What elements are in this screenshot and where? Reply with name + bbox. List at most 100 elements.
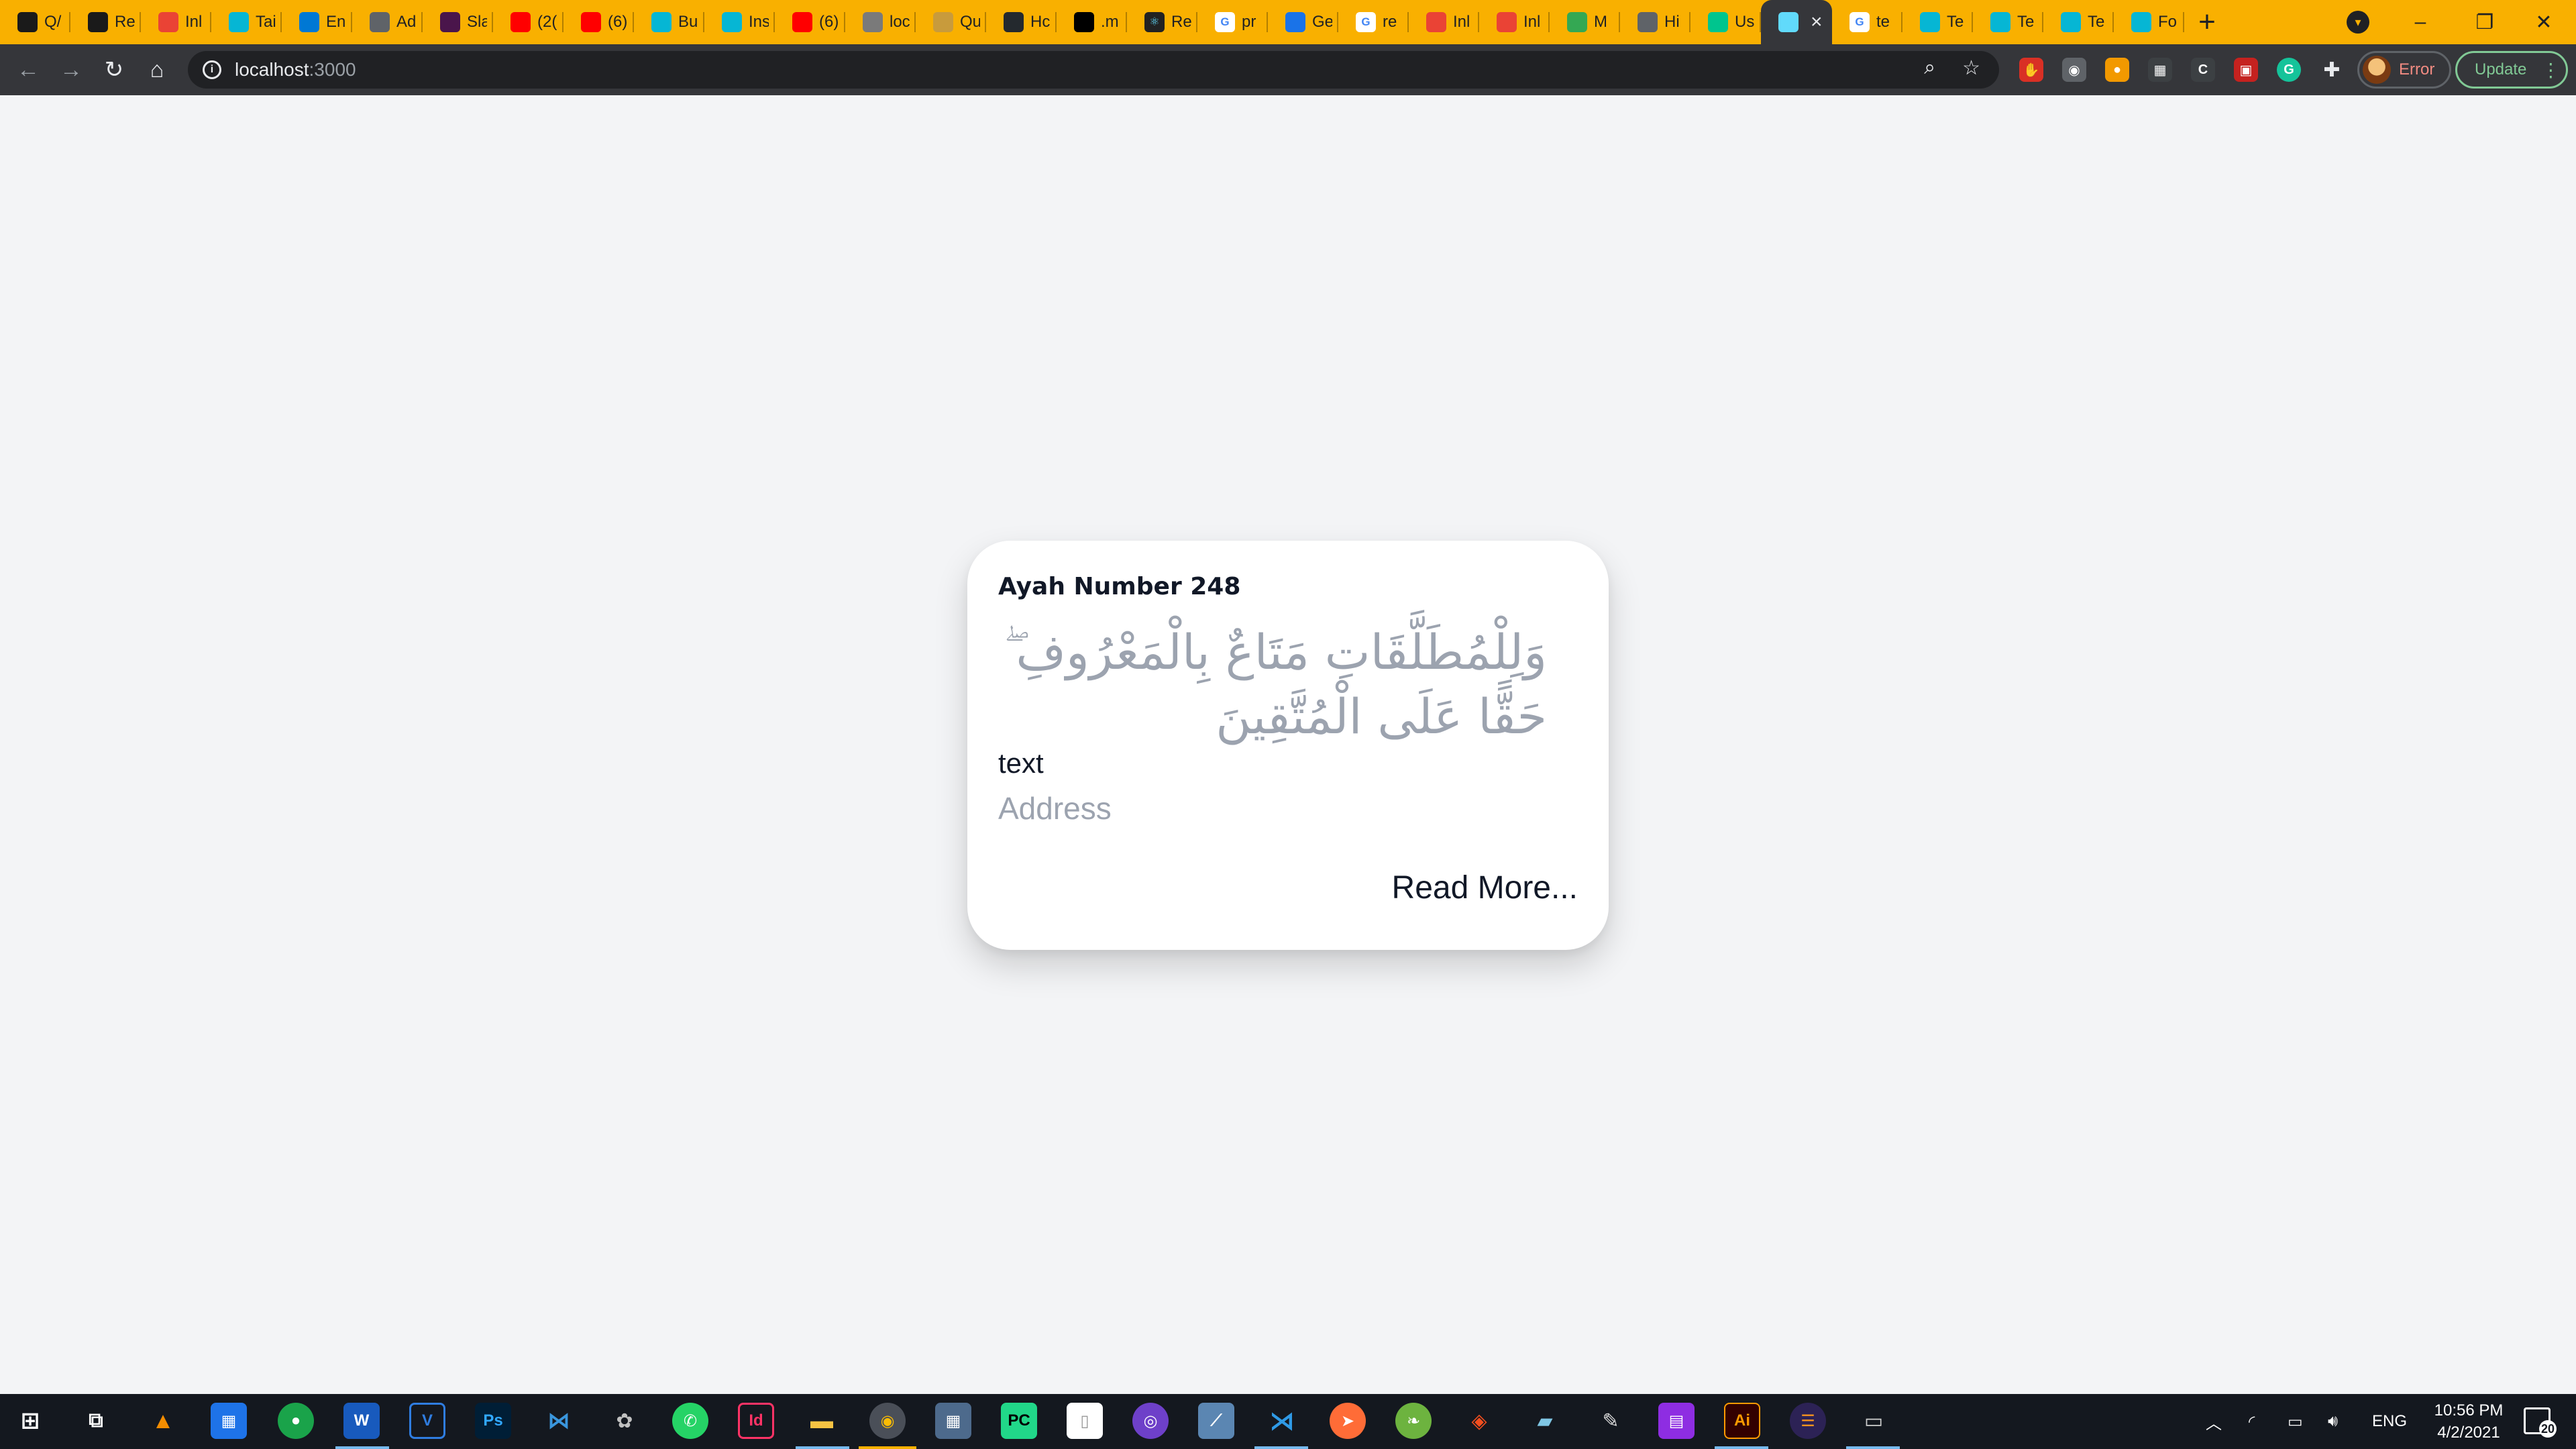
vlc-icon[interactable]: ▲: [145, 1403, 181, 1439]
notifications-icon[interactable]: 20: [2524, 1407, 2557, 1438]
browser-tab[interactable]: Te: [1902, 0, 1973, 44]
illustrator-icon[interactable]: Ai: [1724, 1403, 1760, 1439]
back-arrow-icon[interactable]: ←: [12, 54, 44, 86]
calendar-app-icon[interactable]: ▦: [211, 1403, 247, 1439]
forward-arrow-icon[interactable]: →: [55, 54, 87, 86]
browser-tab[interactable]: Fo: [2114, 0, 2184, 44]
ayah-arabic-text: وَلِلْمُطَلَّقَاتِ مَتَاعٌ بِالْمَعْرُوف…: [1004, 624, 1547, 745]
close-tab-icon[interactable]: ×: [1811, 11, 1823, 34]
profile-button[interactable]: Error: [2357, 51, 2451, 89]
blank-file-icon[interactable]: ▯: [1067, 1403, 1103, 1439]
tab-search-icon[interactable]: ▾: [2347, 11, 2369, 34]
network-tool-icon[interactable]: ▭: [1856, 1403, 1892, 1439]
spring-icon[interactable]: ❧: [1395, 1403, 1432, 1439]
minimize-button[interactable]: –: [2388, 0, 2453, 44]
figma-icon[interactable]: ◈: [1461, 1403, 1497, 1439]
browser-tab[interactable]: En: [282, 0, 352, 44]
browser-tab[interactable]: loc: [845, 0, 916, 44]
whatsapp-icon[interactable]: ✆: [672, 1403, 708, 1439]
restore-button[interactable]: ❐: [2453, 0, 2517, 44]
browser-tab[interactable]: (2(: [493, 0, 564, 44]
update-button[interactable]: Update ⋮: [2455, 51, 2568, 89]
bookmark-star-icon[interactable]: ☆: [1962, 56, 1980, 80]
zoom-icon[interactable]: ⌕: [1924, 56, 1935, 80]
task-view-icon[interactable]: ⧉: [78, 1403, 114, 1439]
outlook-icon: [299, 12, 319, 32]
browser-tab[interactable]: Ge: [1268, 0, 1338, 44]
indesign-icon[interactable]: Id: [738, 1403, 774, 1439]
browser-tab[interactable]: Te: [1973, 0, 2043, 44]
vscode-icon[interactable]: ⋊: [1264, 1403, 1300, 1439]
notes-icon[interactable]: ▰: [1527, 1403, 1563, 1439]
browser-tab[interactable]: Qu: [916, 0, 986, 44]
reload-icon[interactable]: ↻: [98, 54, 130, 86]
browser-tab[interactable]: Hi: [1620, 0, 1690, 44]
browser-tab[interactable]: Te: [2043, 0, 2114, 44]
tab-title: .m: [1101, 13, 1119, 31]
paint-brush-icon[interactable]: ✎: [1593, 1403, 1629, 1439]
browser-tab[interactable]: Inl: [141, 0, 211, 44]
palette-extension-icon[interactable]: ▣: [2234, 58, 2258, 82]
wifi-icon[interactable]: ◜: [2249, 1394, 2255, 1449]
browser-tab[interactable]: Re: [70, 0, 141, 44]
battery-icon[interactable]: ▭: [2288, 1394, 2303, 1449]
winrar-icon[interactable]: ▤: [1658, 1403, 1695, 1439]
close-window-button[interactable]: ✕: [2512, 0, 2576, 44]
browser-tab[interactable]: (6): [775, 0, 845, 44]
browser-tab[interactable]: (6): [564, 0, 634, 44]
browser-tab[interactable]: M: [1550, 0, 1620, 44]
menu-dots-icon[interactable]: ⋮: [2541, 59, 2560, 81]
system-clock[interactable]: 10:56 PM 4/2/2021: [2415, 1399, 2522, 1444]
browser-tab[interactable]: Q/: [0, 0, 70, 44]
browser-tab[interactable]: Inl: [1479, 0, 1550, 44]
browser-tab[interactable]: ⚛ ×: [1761, 0, 1832, 44]
fox-extension-icon[interactable]: ●: [2105, 58, 2129, 82]
github-desktop-icon[interactable]: ◎: [1132, 1403, 1169, 1439]
browser-tab[interactable]: Gte: [1832, 0, 1902, 44]
chrome-icon[interactable]: ◉: [869, 1403, 906, 1439]
browser-tab[interactable]: Ad: [352, 0, 423, 44]
extensions-puzzle-icon[interactable]: ✚: [2320, 58, 2344, 82]
answer-site-icon: [88, 12, 108, 32]
vs-icon[interactable]: ⋈: [541, 1403, 577, 1439]
code-extension-icon[interactable]: C: [2191, 58, 2215, 82]
pycharm-icon[interactable]: PC: [1001, 1403, 1037, 1439]
browser-tab[interactable]: Hc: [986, 0, 1057, 44]
address-bar[interactable]: i localhost:3000 ⌕ ☆: [188, 51, 1999, 89]
read-more-link[interactable]: Read More...: [1392, 869, 1578, 906]
browser-tab[interactable]: Bu: [634, 0, 704, 44]
windows-start-icon[interactable]: ⊞: [12, 1403, 48, 1439]
word-icon[interactable]: W: [343, 1403, 380, 1439]
dev-tool-icon[interactable]: ⟋: [1198, 1403, 1234, 1439]
browser-tab[interactable]: Gre: [1338, 0, 1409, 44]
grid-extension-icon[interactable]: ▦: [2148, 58, 2172, 82]
camera-extension-icon[interactable]: ◉: [2062, 58, 2086, 82]
keyboard-language[interactable]: ENG: [2372, 1394, 2407, 1449]
grammarly-extension-icon[interactable]: G: [2277, 58, 2301, 82]
browser-tab[interactable]: Ins: [704, 0, 775, 44]
show-hidden-icons[interactable]: ︿: [2206, 1394, 2222, 1449]
browser-tab[interactable]: Us: [1690, 0, 1761, 44]
postman-icon[interactable]: ➤: [1330, 1403, 1366, 1439]
browser-tab[interactable]: Tai: [211, 0, 282, 44]
file-explorer-icon[interactable]: ▬: [804, 1403, 840, 1439]
paint-icon[interactable]: ✿: [606, 1403, 643, 1439]
calculator-icon[interactable]: ▦: [935, 1403, 971, 1439]
evernote-icon[interactable]: ●: [278, 1403, 314, 1439]
tailwind-icon: [1990, 12, 2010, 32]
browser-tab[interactable]: .m: [1057, 0, 1127, 44]
new-tab-button[interactable]: +: [2187, 0, 2227, 44]
tab-title: Te: [2088, 13, 2105, 31]
visio-icon[interactable]: V: [409, 1403, 445, 1439]
site-info-icon[interactable]: i: [203, 60, 221, 79]
browser-tab[interactable]: ⚛ Re: [1127, 0, 1197, 44]
url-text[interactable]: localhost:3000: [235, 59, 356, 80]
browser-tab[interactable]: Gpr: [1197, 0, 1268, 44]
photoshop-icon[interactable]: Ps: [475, 1403, 511, 1439]
browser-tab[interactable]: Inl: [1409, 0, 1479, 44]
volume-icon[interactable]: 🔊︎: [2328, 1394, 2338, 1449]
browser-tab[interactable]: Sla: [423, 0, 493, 44]
home-icon[interactable]: ⌂: [141, 54, 173, 86]
adblock-extension-icon[interactable]: ✋: [2019, 58, 2043, 82]
eclipse-icon[interactable]: ☰: [1790, 1403, 1826, 1439]
